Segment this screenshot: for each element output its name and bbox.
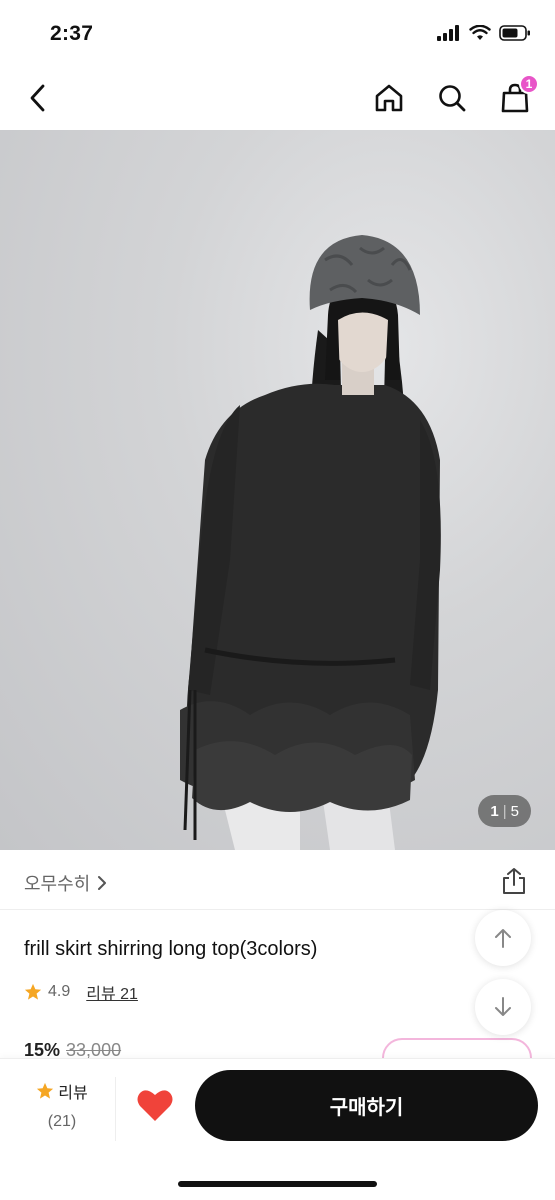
- status-icons: [437, 25, 531, 41]
- image-page-indicator: 1 | 5: [478, 795, 531, 827]
- image-page-total: 5: [510, 802, 519, 820]
- cart-button[interactable]: 1: [495, 74, 539, 118]
- review-tab-label: 리뷰: [58, 1085, 88, 1102]
- review-tab-header: 리뷰: [24, 1079, 100, 1103]
- review-tab[interactable]: 리뷰 (21): [24, 1079, 100, 1131]
- share-icon: [503, 868, 525, 894]
- divider: [115, 1077, 116, 1141]
- bottom-action-bar: 리뷰 (21) 구매하기: [0, 1058, 555, 1200]
- brand-link[interactable]: 오무수히: [24, 870, 108, 896]
- nav-bar: 1: [0, 66, 555, 130]
- status-bar: 2:37: [0, 0, 555, 64]
- cart-count-badge: 1: [519, 74, 539, 94]
- home-icon: [375, 84, 403, 112]
- image-page-separator: |: [502, 802, 507, 820]
- star-icon: [24, 983, 42, 1000]
- search-icon: [439, 85, 466, 112]
- battery-icon: [499, 25, 530, 41]
- rating-row: 4.9 리뷰 21: [24, 980, 138, 1004]
- image-page-current: 1: [490, 802, 499, 820]
- scroll-up-button[interactable]: [475, 910, 531, 966]
- search-button[interactable]: [432, 78, 472, 118]
- arrow-down-icon: [495, 997, 511, 1016]
- buy-button[interactable]: 구매하기: [195, 1070, 538, 1141]
- signal-icon: [437, 25, 459, 41]
- share-button[interactable]: [499, 866, 529, 896]
- brand-name: 오무수히: [24, 874, 91, 894]
- chevron-right-icon: [98, 876, 107, 890]
- scroll-down-button[interactable]: [475, 979, 531, 1035]
- home-indicator: [178, 1181, 377, 1187]
- star-icon: [37, 1082, 54, 1099]
- home-button[interactable]: [369, 78, 409, 118]
- status-time: 2:37: [50, 22, 94, 45]
- product-image[interactable]: 1 | 5: [0, 130, 555, 850]
- wifi-icon: [469, 25, 491, 40]
- review-link[interactable]: 리뷰 21: [86, 980, 138, 1004]
- product-title: frill skirt shirring long top(3colors): [24, 938, 318, 960]
- chevron-left-icon: [30, 84, 45, 112]
- product-photo-illustration: [180, 235, 441, 850]
- heart-icon: [137, 1090, 173, 1121]
- arrow-up-icon: [495, 929, 511, 948]
- like-button[interactable]: [136, 1087, 176, 1127]
- back-button[interactable]: [18, 78, 58, 118]
- review-tab-count: (21): [47, 1113, 77, 1130]
- rating-value: 4.9: [48, 983, 71, 1000]
- brand-row: 오무수히: [0, 852, 555, 910]
